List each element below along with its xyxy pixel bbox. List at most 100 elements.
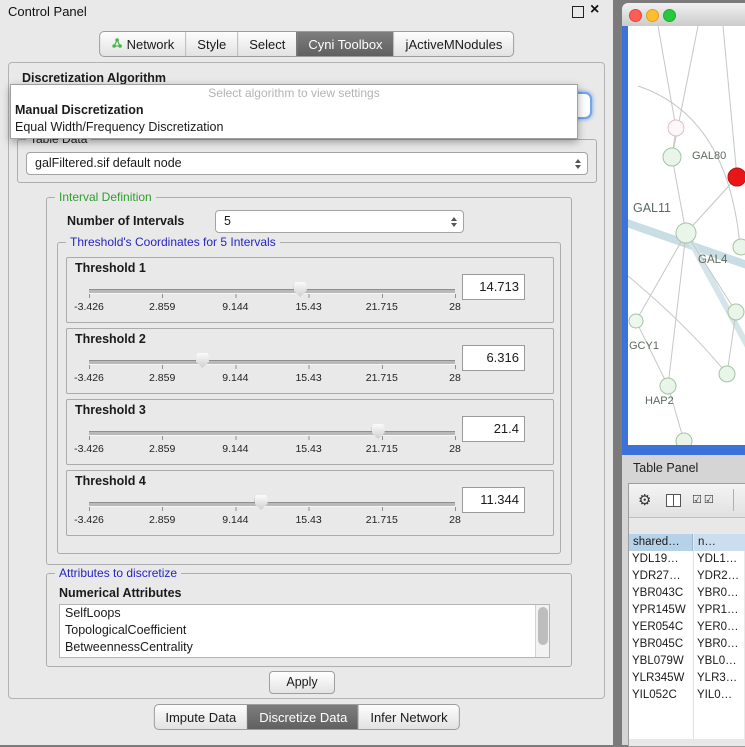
table-panel-title: Table Panel bbox=[633, 461, 698, 475]
stepper-icon bbox=[451, 217, 457, 227]
tab-infer-network[interactable]: Infer Network bbox=[358, 705, 458, 729]
thresholds-group: Threshold's Coordinates for 5 Intervals … bbox=[57, 242, 561, 554]
network-node-hap2[interactable] bbox=[660, 378, 676, 394]
table-cell[interactable]: YER054C bbox=[632, 619, 692, 636]
column-header-name[interactable]: n… bbox=[694, 534, 745, 551]
table-cell[interactable]: YBL0… bbox=[697, 653, 743, 670]
network-edge[interactable] bbox=[686, 233, 736, 312]
tab-label: Style bbox=[197, 33, 226, 56]
table-cell[interactable]: YDR27… bbox=[632, 568, 692, 585]
threshold-1-slider[interactable]: -3.426 2.859 9.144 15.43 21.715 28 bbox=[89, 282, 455, 314]
threshold-2-label: Threshold 2 bbox=[75, 332, 146, 346]
table-row[interactable]: YDR27… YDR2… bbox=[629, 568, 744, 585]
scrollbar-thumb[interactable] bbox=[538, 607, 548, 645]
table-cell[interactable]: YLR345W bbox=[632, 670, 692, 687]
float-panel-icon[interactable] bbox=[572, 6, 584, 18]
network-canvas[interactable]: GAL80 GAL11 GAL4 GCY1 HAP2 bbox=[622, 26, 745, 455]
table-cell[interactable]: YBR0… bbox=[697, 636, 743, 653]
list-item-selfloops[interactable]: SelfLoops bbox=[60, 605, 549, 622]
close-panel-icon[interactable]: × bbox=[590, 1, 599, 19]
table-cell[interactable]: YBR045C bbox=[632, 636, 692, 653]
table-row[interactable]: YPR145W YPR1… bbox=[629, 602, 744, 619]
dropdown-option-equal-width-frequency[interactable]: Equal Width/Frequency Discretization bbox=[11, 119, 577, 136]
network-node-selected-red[interactable] bbox=[728, 168, 745, 186]
apply-button[interactable]: Apply bbox=[269, 671, 335, 694]
tab-cyni-toolbox[interactable]: Cyni Toolbox bbox=[296, 32, 393, 56]
table-cell[interactable]: YBL079W bbox=[632, 653, 692, 670]
network-node[interactable] bbox=[668, 120, 684, 136]
network-edge[interactable] bbox=[636, 321, 668, 386]
column-header-shared-name[interactable]: shared… bbox=[629, 534, 693, 551]
threshold-4-slider[interactable]: -3.426 2.859 9.144 15.43 21.715 28 bbox=[89, 495, 455, 527]
table-cell[interactable]: YLR3… bbox=[697, 670, 743, 687]
list-item-betweennesscentrality[interactable]: BetweennessCentrality bbox=[60, 639, 549, 656]
tab-impute-data[interactable]: Impute Data bbox=[154, 705, 247, 729]
network-edge[interactable] bbox=[672, 26, 698, 157]
table-row[interactable]: YBR043C YBR0… bbox=[629, 585, 744, 602]
node-label-gal11: GAL11 bbox=[633, 201, 671, 215]
threshold-3-label: Threshold 3 bbox=[75, 403, 146, 417]
select-columns-checkboxes-icon[interactable]: ☑☑ bbox=[692, 493, 716, 506]
scale-label: 9.144 bbox=[222, 443, 248, 455]
network-node-gal4[interactable] bbox=[676, 223, 696, 243]
threshold-3-slider[interactable]: -3.426 2.859 9.144 15.43 21.715 28 bbox=[89, 424, 455, 456]
table-data-combobox[interactable]: galFiltered.sif default node bbox=[26, 152, 588, 175]
gear-icon[interactable]: ⚙ bbox=[638, 491, 651, 509]
table-cell[interactable]: YIL0… bbox=[697, 687, 743, 704]
columns-icon[interactable] bbox=[666, 494, 681, 510]
dropdown-option-manual-discretization[interactable]: Manual Discretization bbox=[11, 102, 577, 119]
table-row[interactable]: YIL052C YIL0… bbox=[629, 687, 744, 704]
network-edge[interactable] bbox=[628, 276, 727, 374]
network-node[interactable] bbox=[676, 433, 692, 445]
tab-network[interactable]: Network bbox=[100, 32, 186, 56]
close-window-icon[interactable] bbox=[629, 9, 642, 22]
table-row[interactable]: YBR045C YBR0… bbox=[629, 636, 744, 653]
number-of-intervals-combobox[interactable]: 5 bbox=[215, 210, 464, 233]
control-panel-tab-bar: Network Style Select Cyni Toolbox jActiv… bbox=[99, 31, 515, 57]
table-cell[interactable]: YPR145W bbox=[632, 602, 692, 619]
table-row[interactable]: YER054C YER0… bbox=[629, 619, 744, 636]
network-node[interactable] bbox=[733, 239, 745, 255]
tab-style[interactable]: Style bbox=[185, 32, 237, 56]
tab-select[interactable]: Select bbox=[237, 32, 296, 56]
network-edge[interactable] bbox=[686, 177, 737, 233]
network-node-gcy1[interactable] bbox=[629, 314, 643, 328]
network-node[interactable] bbox=[719, 366, 735, 382]
table-row[interactable]: YBL079W YBL0… bbox=[629, 653, 744, 670]
threshold-2-value-field[interactable]: 6.316 bbox=[462, 345, 525, 371]
table-row[interactable]: YDL19… YDL1… bbox=[629, 551, 744, 568]
node-label-hap2: HAP2 bbox=[645, 395, 674, 407]
network-edge[interactable] bbox=[668, 233, 686, 386]
table-cell[interactable]: YDL19… bbox=[632, 551, 692, 568]
table-cell[interactable]: YIL052C bbox=[632, 687, 692, 704]
table-body: YDL19… YDL1… YDR27… YDR2… YBR043C YBR0… YPR… bbox=[629, 551, 744, 739]
threshold-4-value-field[interactable]: 11.344 bbox=[462, 487, 525, 513]
table-cell[interactable]: YER0… bbox=[697, 619, 743, 636]
list-item-topologicalcoefficient[interactable]: TopologicalCoefficient bbox=[60, 622, 549, 639]
network-window-titlebar[interactable] bbox=[622, 3, 745, 27]
table-cell[interactable]: YPR1… bbox=[697, 602, 743, 619]
network-edge[interactable] bbox=[658, 26, 676, 128]
threshold-3-value-field[interactable]: 21.4 bbox=[462, 416, 525, 442]
table-cell[interactable]: YBR0… bbox=[697, 585, 743, 602]
minimize-window-icon[interactable] bbox=[646, 9, 659, 22]
network-node-gal80[interactable] bbox=[663, 148, 681, 166]
zoom-window-icon[interactable] bbox=[663, 9, 676, 22]
table-cell[interactable]: YDL1… bbox=[697, 551, 743, 568]
threshold-1-value-field[interactable]: 14.713 bbox=[462, 274, 525, 300]
threshold-2-slider[interactable]: -3.426 2.859 9.144 15.43 21.715 28 bbox=[89, 353, 455, 385]
table-column-divider bbox=[693, 551, 694, 739]
list-scrollbar[interactable] bbox=[535, 605, 549, 657]
table-cell[interactable]: YBR043C bbox=[632, 585, 692, 602]
tab-jactivemnodules[interactable]: jActiveMNodules bbox=[394, 32, 514, 56]
network-edge[interactable] bbox=[636, 233, 686, 321]
network-edge[interactable] bbox=[638, 86, 740, 246]
table-row[interactable]: YLR345W YLR3… bbox=[629, 670, 744, 687]
tab-discretize-data[interactable]: Discretize Data bbox=[247, 705, 358, 729]
table-panel-window: ⚙ ☑☑ shared… n… YDL19… YDL1… YDR27… YDR2… … bbox=[628, 483, 745, 747]
threshold-3-panel: Threshold 3 -3.426 2.859 9.144 15.43 21.… bbox=[66, 399, 554, 465]
numerical-attributes-label: Numerical Attributes bbox=[59, 586, 181, 600]
network-node[interactable] bbox=[728, 304, 744, 320]
table-cell[interactable]: YDR2… bbox=[697, 568, 743, 585]
network-edge[interactable] bbox=[672, 157, 686, 233]
